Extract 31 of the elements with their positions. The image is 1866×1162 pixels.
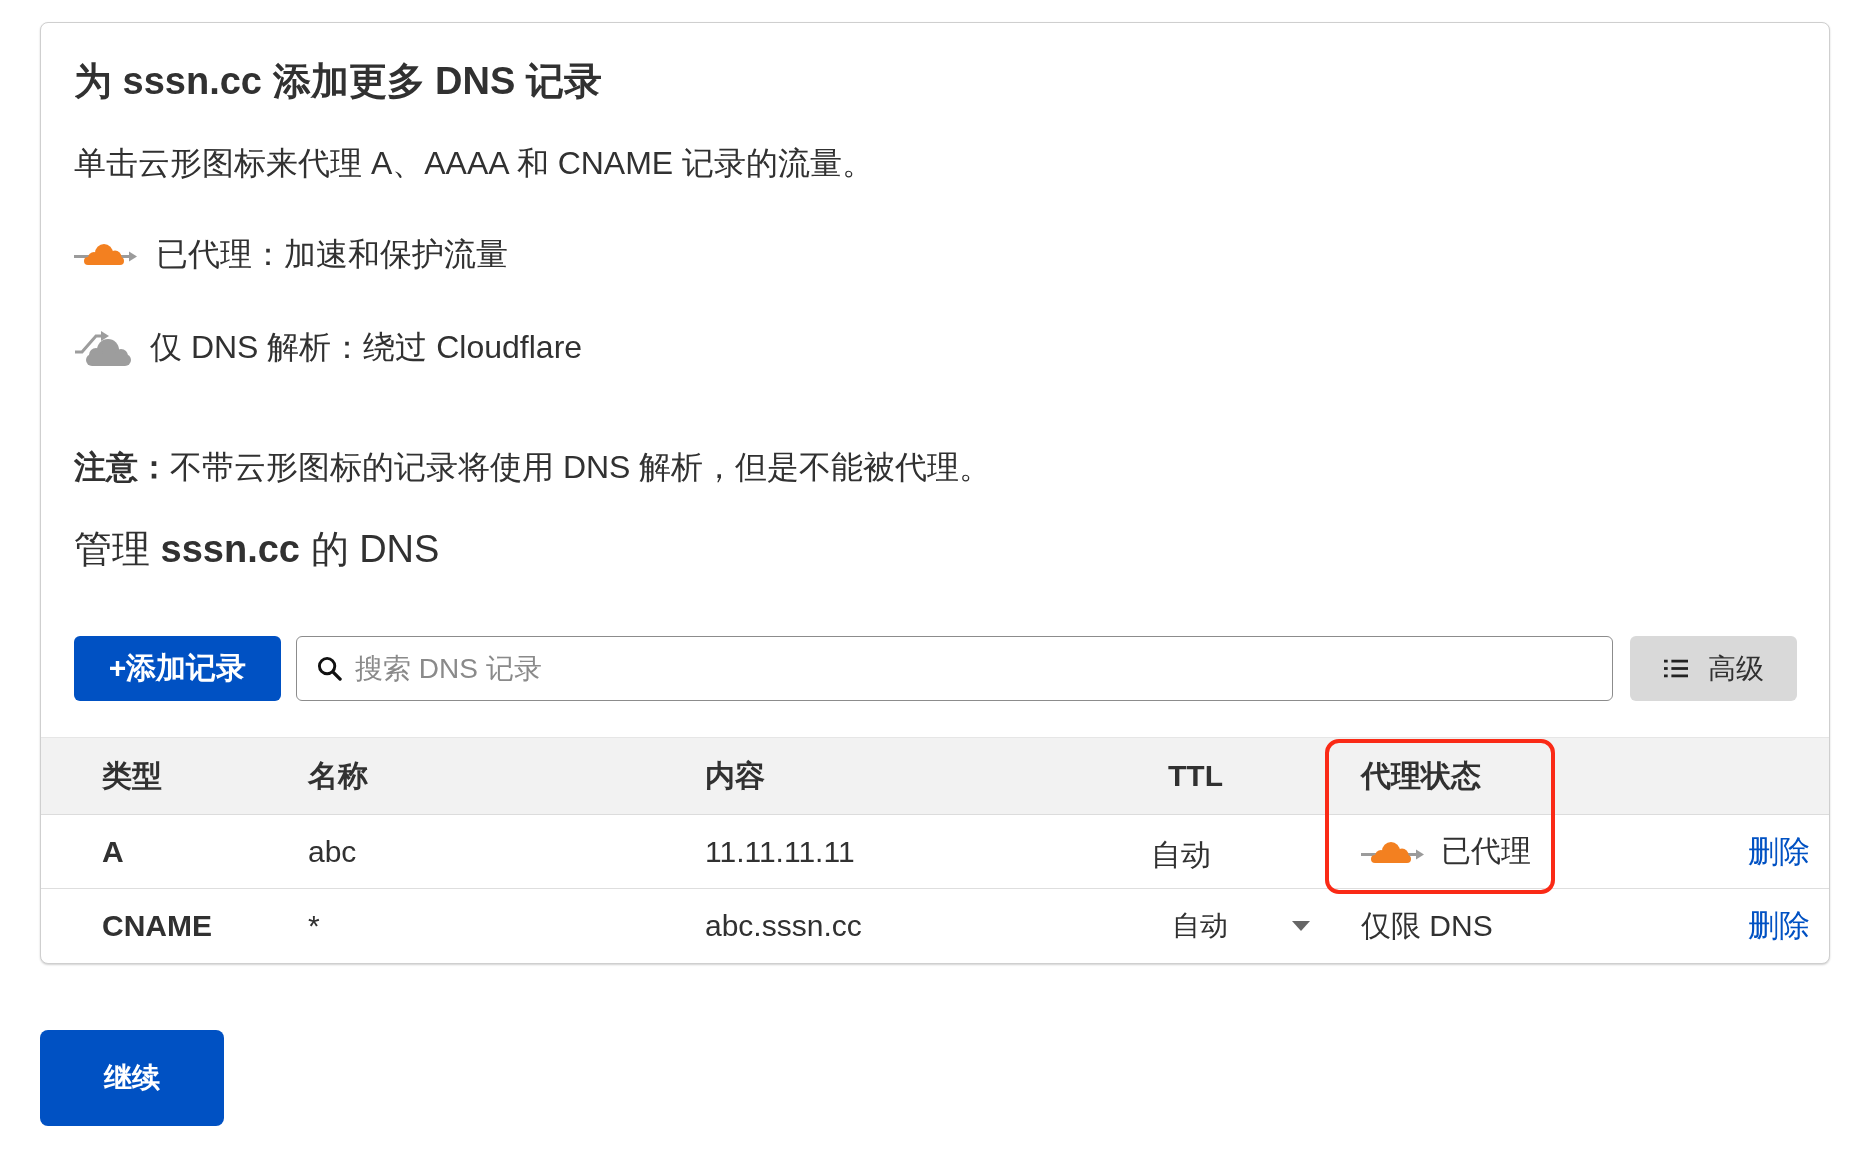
legend-text: 已代理：加速和保护流量 bbox=[156, 235, 508, 274]
column-header: 类型 bbox=[101, 757, 163, 794]
delete-link[interactable]: 删除 bbox=[1748, 830, 1810, 873]
table-cell-text: * bbox=[307, 908, 321, 944]
list-icon bbox=[1663, 659, 1688, 678]
description-text: 单击云形图标来代理 A、AAAA 和 CNAME 记录的流量。 bbox=[74, 144, 876, 183]
page-title: 为 sssn.cc 添加更多 DNS 记录 bbox=[74, 59, 603, 104]
column-header: 内容 bbox=[704, 757, 766, 794]
continue-button[interactable]: 继续 bbox=[40, 1030, 224, 1126]
delete-link[interactable]: 删除 bbox=[1748, 905, 1810, 947]
column-header: 代理状态 bbox=[1359, 757, 1482, 794]
table-cell-text: CNAME bbox=[101, 908, 213, 944]
legend-text: 仅 DNS 解析：绕过 Cloudflare bbox=[150, 328, 583, 367]
proxy-status-text: 仅限 DNS bbox=[1361, 907, 1493, 944]
column-header: 名称 bbox=[307, 757, 369, 794]
section-heading: 管理 sssn.cc 的 DNS bbox=[74, 527, 441, 572]
ttl-dropdown[interactable]: 自动 bbox=[1162, 902, 1320, 950]
search-field[interactable]: 搜索 DNS 记录 bbox=[296, 636, 1613, 701]
table-cell: A bbox=[41, 815, 288, 889]
table-cell: abc bbox=[288, 815, 685, 889]
note-text: 注意：不带云形图标的记录将使用 DNS 解析，但是不能被代理。 bbox=[74, 448, 993, 487]
search-icon bbox=[317, 656, 342, 681]
table-cell: 11.11.11.11 bbox=[685, 815, 1121, 889]
caret-icon bbox=[1292, 921, 1310, 931]
column-header: TTL bbox=[1167, 758, 1224, 794]
proxy-status-text: 已代理 bbox=[1441, 833, 1531, 869]
cloud-arrow-icon bbox=[74, 241, 137, 267]
table-cell: 自动 bbox=[1121, 815, 1341, 889]
advanced-button[interactable]: 高级 bbox=[1630, 636, 1797, 701]
table-cell-text: abc.sssn.cc bbox=[704, 908, 863, 944]
add-record-button[interactable]: +添加记录 bbox=[74, 636, 281, 701]
